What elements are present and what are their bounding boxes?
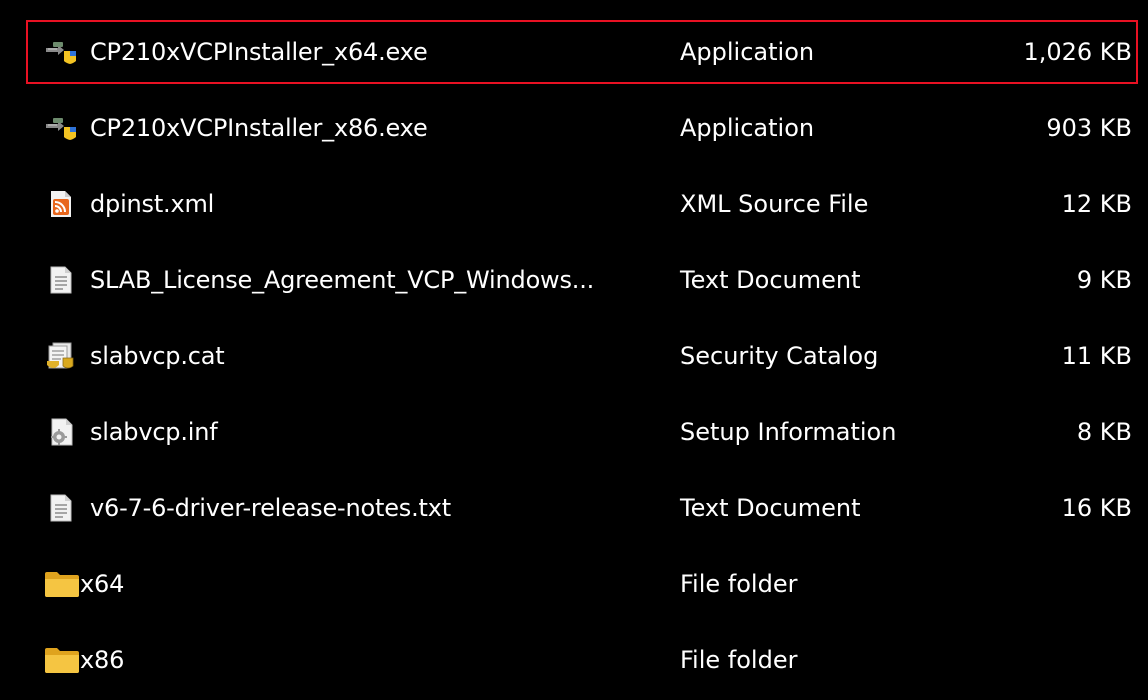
file-list: CP210xVCPInstaller_x64.exe Application 1… <box>0 0 1148 700</box>
file-name: CP210xVCPInstaller_x64.exe <box>90 38 428 66</box>
file-size: 903 KB <box>1046 114 1132 142</box>
file-type: Application <box>680 38 815 66</box>
file-name: v6-7-6-driver-release-notes.txt <box>90 494 451 522</box>
file-name: x86 <box>80 646 125 674</box>
name-cell: v6-7-6-driver-release-notes.txt <box>44 476 664 540</box>
name-cell: CP210xVCPInstaller_x64.exe <box>44 22 664 82</box>
file-row-slabvcp-cat[interactable]: slabvcp.cat Security Catalog 11 KB <box>26 324 1138 388</box>
name-cell: dpinst.xml <box>44 172 664 236</box>
file-row-cp210x-x86[interactable]: CP210xVCPInstaller_x86.exe Application 9… <box>26 96 1138 160</box>
name-cell: x64 <box>44 552 664 616</box>
file-size: 1,026 KB <box>1023 38 1132 66</box>
name-cell: SLAB_License_Agreement_VCP_Windows... <box>44 248 664 312</box>
file-type: XML Source File <box>680 190 869 218</box>
file-size: 8 KB <box>1076 418 1132 446</box>
name-cell: slabvcp.cat <box>44 324 664 388</box>
setup-information-icon <box>44 415 78 449</box>
text-document-icon <box>44 491 78 525</box>
file-type: Application <box>680 114 815 142</box>
file-row-slab-license[interactable]: SLAB_License_Agreement_VCP_Windows... Te… <box>26 248 1138 312</box>
file-type: Text Document <box>680 494 861 522</box>
file-type: File folder <box>680 646 798 674</box>
folder-row-x86[interactable]: x86 File folder <box>26 628 1138 692</box>
folder-icon <box>44 567 80 601</box>
xml-feed-icon <box>44 187 78 221</box>
name-cell: x86 <box>44 628 664 692</box>
file-type: Text Document <box>680 266 861 294</box>
file-name: SLAB_License_Agreement_VCP_Windows... <box>90 266 595 294</box>
text-document-icon <box>44 263 78 297</box>
file-type: Security Catalog <box>680 342 879 370</box>
file-type: File folder <box>680 570 798 598</box>
file-row-release-notes[interactable]: v6-7-6-driver-release-notes.txt Text Doc… <box>26 476 1138 540</box>
file-size: 16 KB <box>1061 494 1132 522</box>
file-row-dpinst-xml[interactable]: dpinst.xml XML Source File 12 KB <box>26 172 1138 236</box>
file-size: 12 KB <box>1061 190 1132 218</box>
file-size: 9 KB <box>1076 266 1132 294</box>
file-name: x64 <box>80 570 125 598</box>
file-name: CP210xVCPInstaller_x86.exe <box>90 114 428 142</box>
file-type: Setup Information <box>680 418 897 446</box>
folder-icon <box>44 643 80 677</box>
folder-row-x64[interactable]: x64 File folder <box>26 552 1138 616</box>
name-cell: CP210xVCPInstaller_x86.exe <box>44 96 664 160</box>
installer-icon <box>44 111 78 145</box>
file-size: 11 KB <box>1061 342 1132 370</box>
security-catalog-icon <box>44 339 78 373</box>
file-row-slabvcp-inf[interactable]: slabvcp.inf Setup Information 8 KB <box>26 400 1138 464</box>
file-row-cp210x-x64[interactable]: CP210xVCPInstaller_x64.exe Application 1… <box>26 20 1138 84</box>
file-name: slabvcp.cat <box>90 342 225 370</box>
file-name: dpinst.xml <box>90 190 215 218</box>
file-name: slabvcp.inf <box>90 418 218 446</box>
installer-icon <box>44 35 78 69</box>
name-cell: slabvcp.inf <box>44 400 664 464</box>
